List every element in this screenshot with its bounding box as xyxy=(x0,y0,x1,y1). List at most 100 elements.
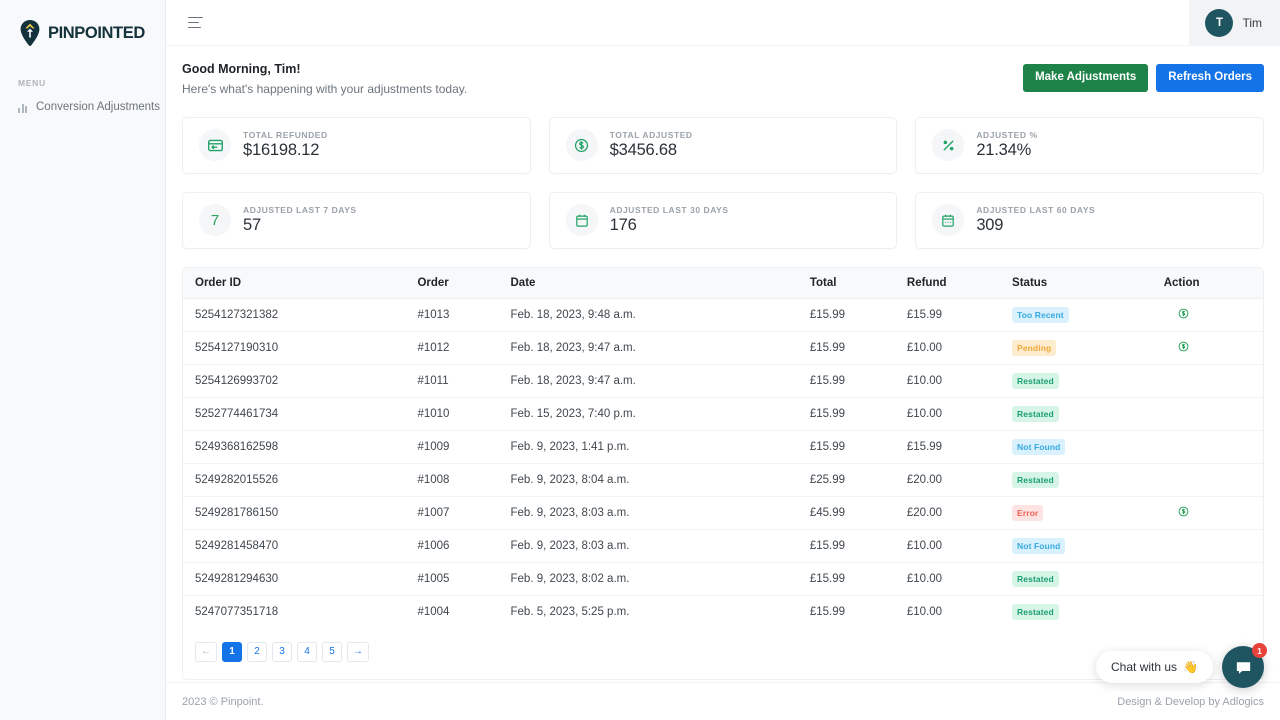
chat-prompt-button[interactable]: Chat with us 👋 xyxy=(1096,651,1213,683)
cell-order-id: 5249368162598 xyxy=(183,430,405,463)
cell-order: #1008 xyxy=(405,463,498,496)
stat-card-adjusted-percent: ADJUSTED % 21.34% xyxy=(915,117,1264,174)
hamburger-icon[interactable] xyxy=(184,13,207,33)
waving-hand-icon: 👋 xyxy=(1183,660,1198,674)
cell-total: £15.99 xyxy=(798,298,895,331)
cell-refund: £15.99 xyxy=(895,298,1000,331)
table-head: Order ID Order Date Total Refund Status … xyxy=(183,268,1263,299)
chat-unread-badge: 1 xyxy=(1252,643,1267,658)
cell-order-id: 5249281786150 xyxy=(183,496,405,529)
cell-order: #1006 xyxy=(405,529,498,562)
cell-total: £15.99 xyxy=(798,364,895,397)
footer-credit: Design & Develop by Adlogics xyxy=(1117,696,1264,708)
cell-action xyxy=(1152,430,1263,463)
status-badge: Restated xyxy=(1012,373,1059,389)
status-badge: Restated xyxy=(1012,571,1059,587)
adjust-coin-icon[interactable] xyxy=(1178,506,1189,517)
pagination-page-3[interactable]: 3 xyxy=(272,642,292,662)
card-refund-icon xyxy=(199,129,231,161)
cell-date: Feb. 15, 2023, 7:40 p.m. xyxy=(499,397,798,430)
cell-date: Feb. 18, 2023, 9:47 a.m. xyxy=(499,364,798,397)
cell-refund: £20.00 xyxy=(895,463,1000,496)
table-row: 5254127190310#1012Feb. 18, 2023, 9:47 a.… xyxy=(183,331,1263,364)
percent-icon xyxy=(932,129,964,161)
table-row: 5249281458470#1006Feb. 9, 2023, 8:03 a.m… xyxy=(183,529,1263,562)
user-menu[interactable]: T Tim xyxy=(1189,0,1280,46)
stat-card-adjusted-60-days: ADJUSTED LAST 60 DAYS 309 xyxy=(915,192,1264,249)
pagination-page-5[interactable]: 5 xyxy=(322,642,342,662)
greeting-text: Good Morning, Tim! Here's what's happeni… xyxy=(182,60,467,98)
column-header-order: Order xyxy=(405,268,498,299)
footer-copyright: 2023 © Pinpoint. xyxy=(182,696,264,708)
cell-action xyxy=(1152,397,1263,430)
table-row: 5252774461734#1010Feb. 15, 2023, 7:40 p.… xyxy=(183,397,1263,430)
make-adjustments-button[interactable]: Make Adjustments xyxy=(1023,64,1148,92)
cell-order-id: 5247077351718 xyxy=(183,595,405,628)
pagination-next[interactable]: → xyxy=(347,642,369,662)
status-badge: Restated xyxy=(1012,472,1059,488)
status-badge: Not Found xyxy=(1012,538,1065,554)
status-badge: Restated xyxy=(1012,604,1059,620)
cell-action xyxy=(1152,364,1263,397)
pagination-prev[interactable]: ← xyxy=(195,642,217,662)
cell-total: £15.99 xyxy=(798,562,895,595)
refresh-orders-button[interactable]: Refresh Orders xyxy=(1156,64,1264,92)
cell-status: Not Found xyxy=(1000,529,1152,562)
stat-label: ADJUSTED % xyxy=(976,130,1037,140)
pagination-page-1[interactable]: 1 xyxy=(222,642,242,662)
topbar: T Tim xyxy=(166,0,1280,46)
table-row: 5249281294630#1005Feb. 9, 2023, 8:02 a.m… xyxy=(183,562,1263,595)
cell-date: Feb. 9, 2023, 8:04 a.m. xyxy=(499,463,798,496)
cell-total: £15.99 xyxy=(798,331,895,364)
cell-refund: £10.00 xyxy=(895,529,1000,562)
table-row: 5249281786150#1007Feb. 9, 2023, 8:03 a.m… xyxy=(183,496,1263,529)
cell-status: Not Found xyxy=(1000,430,1152,463)
stat-label: TOTAL REFUNDED xyxy=(243,130,328,140)
stat-card-total-refunded: TOTAL REFUNDED $16198.12 xyxy=(182,117,531,174)
cell-order: #1005 xyxy=(405,562,498,595)
column-header-date: Date xyxy=(499,268,798,299)
app-root: PINPOINTED MENU Conversion Adjustments T… xyxy=(0,0,1280,720)
cell-status: Restated xyxy=(1000,397,1152,430)
cell-refund: £10.00 xyxy=(895,595,1000,628)
dollar-refresh-icon xyxy=(566,129,598,161)
column-header-total: Total xyxy=(798,268,895,299)
bar-chart-icon xyxy=(18,102,27,113)
user-name-label: Tim xyxy=(1242,16,1262,30)
pagination-page-2[interactable]: 2 xyxy=(247,642,267,662)
chat-widget: Chat with us 👋 1 xyxy=(1096,646,1264,688)
cell-total: £15.99 xyxy=(798,397,895,430)
cell-order: #1013 xyxy=(405,298,498,331)
status-badge: Pending xyxy=(1012,340,1056,356)
cell-refund: £10.00 xyxy=(895,331,1000,364)
cell-refund: £10.00 xyxy=(895,364,1000,397)
status-badge: Restated xyxy=(1012,406,1059,422)
calendar-icon xyxy=(566,204,598,236)
column-header-action: Action xyxy=(1152,268,1263,299)
cell-order-id: 5249281458470 xyxy=(183,529,405,562)
orders-table: Order ID Order Date Total Refund Status … xyxy=(183,268,1263,628)
stat-value: 57 xyxy=(243,216,357,235)
cell-refund: £20.00 xyxy=(895,496,1000,529)
orders-table-container: Order ID Order Date Total Refund Status … xyxy=(182,267,1264,680)
sidebar-item-label: Conversion Adjustments xyxy=(36,101,160,113)
page-title: Good Morning, Tim! xyxy=(182,60,467,79)
cell-order-id: 5254127190310 xyxy=(183,331,405,364)
sidebar-item-conversion-adjustments[interactable]: Conversion Adjustments xyxy=(0,94,165,120)
page-subtitle: Here's what's happening with your adjust… xyxy=(182,80,467,98)
stat-label: TOTAL ADJUSTED xyxy=(610,130,693,140)
cell-order: #1010 xyxy=(405,397,498,430)
cell-order-id: 5249282015526 xyxy=(183,463,405,496)
chat-launcher-button[interactable]: 1 xyxy=(1222,646,1264,688)
cell-refund: £10.00 xyxy=(895,397,1000,430)
adjust-coin-icon[interactable] xyxy=(1178,308,1189,319)
cell-date: Feb. 9, 2023, 8:03 a.m. xyxy=(499,529,798,562)
cell-action xyxy=(1152,529,1263,562)
column-header-status: Status xyxy=(1000,268,1152,299)
status-badge: Error xyxy=(1012,505,1043,521)
stat-value: $16198.12 xyxy=(243,141,328,160)
adjust-coin-icon[interactable] xyxy=(1178,341,1189,352)
brand-logo[interactable]: PINPOINTED xyxy=(0,10,165,48)
cell-date: Feb. 9, 2023, 8:02 a.m. xyxy=(499,562,798,595)
pagination-page-4[interactable]: 4 xyxy=(297,642,317,662)
